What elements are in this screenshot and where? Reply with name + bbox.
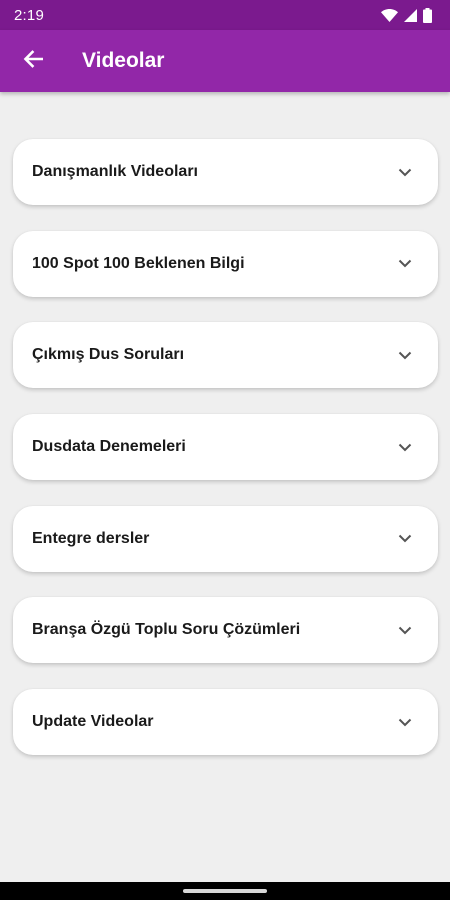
chevron-down-icon: [396, 713, 414, 731]
page-title: Videolar: [82, 49, 165, 72]
list-item[interactable]: Çıkmış Dus Soruları: [13, 322, 438, 389]
list-item[interactable]: Entegre dersler: [13, 505, 438, 572]
list-item-label: Danışmanlık Videoları: [32, 163, 198, 180]
chevron-down-icon: [396, 438, 414, 456]
signal-icon: [404, 8, 417, 22]
list-item[interactable]: 100 Spot 100 Beklenen Bilgi: [13, 230, 438, 297]
home-gesture-handle[interactable]: [183, 889, 267, 893]
status-bar: 2:19: [0, 0, 450, 30]
list-item[interactable]: Update Videolar: [13, 689, 438, 756]
back-button[interactable]: [18, 46, 48, 76]
list-item-label: Update Videolar: [32, 713, 154, 731]
status-time: 2:19: [14, 6, 44, 24]
list-item-label: Branşa Özgü Toplu Soru Çözümleri: [32, 621, 301, 639]
video-category-list: Danışmanlık Videoları 100 Spot 100 Bekle…: [13, 139, 438, 781]
battery-icon: [423, 7, 432, 23]
chevron-down-icon: [396, 255, 414, 273]
list-item-label: Çıkmış Dus Soruları: [32, 346, 185, 364]
list-item[interactable]: Dusdata Denemeleri: [13, 414, 438, 481]
wifi-icon: [381, 8, 398, 22]
list-item-label: Dusdata Denemeleri: [32, 438, 186, 456]
app-bar: Videolar: [0, 30, 450, 92]
chevron-down-icon: [396, 530, 414, 548]
status-icons: [381, 7, 432, 23]
arrow-left-icon: [23, 49, 44, 73]
list-item-label: Entegre dersler: [32, 529, 150, 547]
chevron-down-icon: [396, 163, 414, 181]
navigation-bar: [0, 882, 450, 900]
list-item[interactable]: Danışmanlık Videoları: [13, 139, 438, 205]
chevron-down-icon: [396, 346, 414, 364]
list-item[interactable]: Branşa Özgü Toplu Soru Çözümleri: [13, 597, 438, 664]
list-item-label: 100 Spot 100 Beklenen Bilgi: [32, 254, 245, 272]
chevron-down-icon: [396, 621, 414, 639]
